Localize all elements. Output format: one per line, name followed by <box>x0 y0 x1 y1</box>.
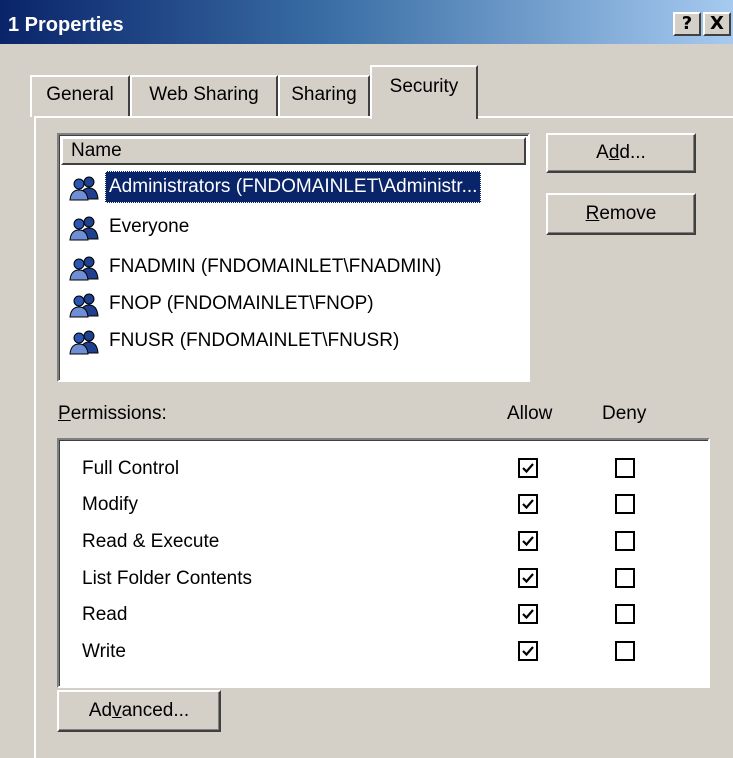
advanced-button-label-rest: anced... <box>121 700 190 721</box>
tab-web-sharing[interactable]: Web Sharing <box>130 75 278 117</box>
remove-button-label: emove <box>599 203 657 224</box>
remove-button-mnemonic: R <box>585 203 600 224</box>
advanced-button[interactable]: Advanced... <box>57 690 221 732</box>
tab-general[interactable]: General <box>30 75 130 117</box>
group-icon <box>67 255 101 281</box>
help-button[interactable]: ? <box>673 12 701 36</box>
names-listbox[interactable]: Name Administrators (FNDOMAINLET\Adminis… <box>57 133 530 382</box>
group-icon <box>67 215 101 241</box>
permissions-label-text: ermissions: <box>70 403 167 424</box>
allow-checkbox[interactable] <box>518 458 538 478</box>
permission-row: List Folder Contents <box>59 562 699 598</box>
deny-column-header: Deny <box>602 403 647 424</box>
group-icon <box>67 292 101 318</box>
title-bar[interactable]: 1 Properties ? X <box>0 0 733 44</box>
remove-button[interactable]: Remove <box>546 193 696 235</box>
permission-name: List Folder Contents <box>82 568 253 589</box>
permissions-label-mnemonic: P <box>58 403 71 424</box>
add-button-label: A <box>596 142 609 163</box>
deny-checkbox[interactable] <box>615 641 635 661</box>
name-column-header[interactable]: Name <box>61 137 526 165</box>
add-button-label-rest: d... <box>619 142 646 163</box>
permissions-label: Permissions: <box>58 403 167 425</box>
group-icon <box>67 175 101 201</box>
permission-row: Read & Execute <box>59 525 699 561</box>
allow-checkbox[interactable] <box>518 568 538 588</box>
group-icon <box>67 329 101 355</box>
deny-checkbox[interactable] <box>615 568 635 588</box>
list-item[interactable]: FNOP (FNDOMAINLET\FNOP) <box>63 288 523 320</box>
add-button[interactable]: Add... <box>546 133 696 173</box>
list-item-label: FNADMIN (FNDOMAINLET\FNADMIN) <box>109 256 442 277</box>
permission-name: Write <box>82 641 126 662</box>
permission-name: Modify <box>82 494 138 515</box>
allow-checkbox[interactable] <box>518 494 538 514</box>
tab-sharing[interactable]: Sharing <box>278 75 370 117</box>
list-item[interactable]: Administrators (FNDOMAINLET\Administr... <box>63 171 523 203</box>
list-item-label: FNOP (FNDOMAINLET\FNOP) <box>109 293 374 314</box>
deny-checkbox[interactable] <box>615 531 635 551</box>
list-item-label: Administrators (FNDOMAINLET\Administr... <box>105 171 482 203</box>
advanced-button-mnemonic: v <box>112 700 122 721</box>
permission-row: Modify <box>59 488 699 524</box>
add-button-mnemonic: d <box>608 142 620 163</box>
deny-checkbox[interactable] <box>615 458 635 478</box>
window-title: 1 Properties <box>8 14 124 36</box>
permission-name: Read & Execute <box>82 531 220 552</box>
list-item-label: Everyone <box>109 216 190 237</box>
close-button[interactable]: X <box>703 12 731 36</box>
tab-security[interactable]: Security <box>370 65 478 119</box>
advanced-button-label: Ad <box>88 700 113 721</box>
allow-checkbox[interactable] <box>518 641 538 661</box>
list-item[interactable]: FNADMIN (FNDOMAINLET\FNADMIN) <box>63 251 523 283</box>
permissions-list[interactable]: Full Control Modify Read & Execute List … <box>57 438 710 688</box>
permission-row: Write <box>59 635 699 671</box>
allow-checkbox[interactable] <box>518 531 538 551</box>
list-item[interactable]: FNUSR (FNDOMAINLET\FNUSR) <box>63 325 523 357</box>
permission-row: Read <box>59 598 699 634</box>
permission-row: Full Control <box>59 452 699 488</box>
allow-column-header: Allow <box>507 403 553 424</box>
list-item[interactable]: Everyone <box>63 211 523 243</box>
deny-checkbox[interactable] <box>615 494 635 514</box>
list-item-label: FNUSR (FNDOMAINLET\FNUSR) <box>109 330 400 351</box>
allow-checkbox[interactable] <box>518 604 538 624</box>
deny-checkbox[interactable] <box>615 604 635 624</box>
permission-name: Full Control <box>82 458 180 479</box>
permission-name: Read <box>82 604 128 625</box>
